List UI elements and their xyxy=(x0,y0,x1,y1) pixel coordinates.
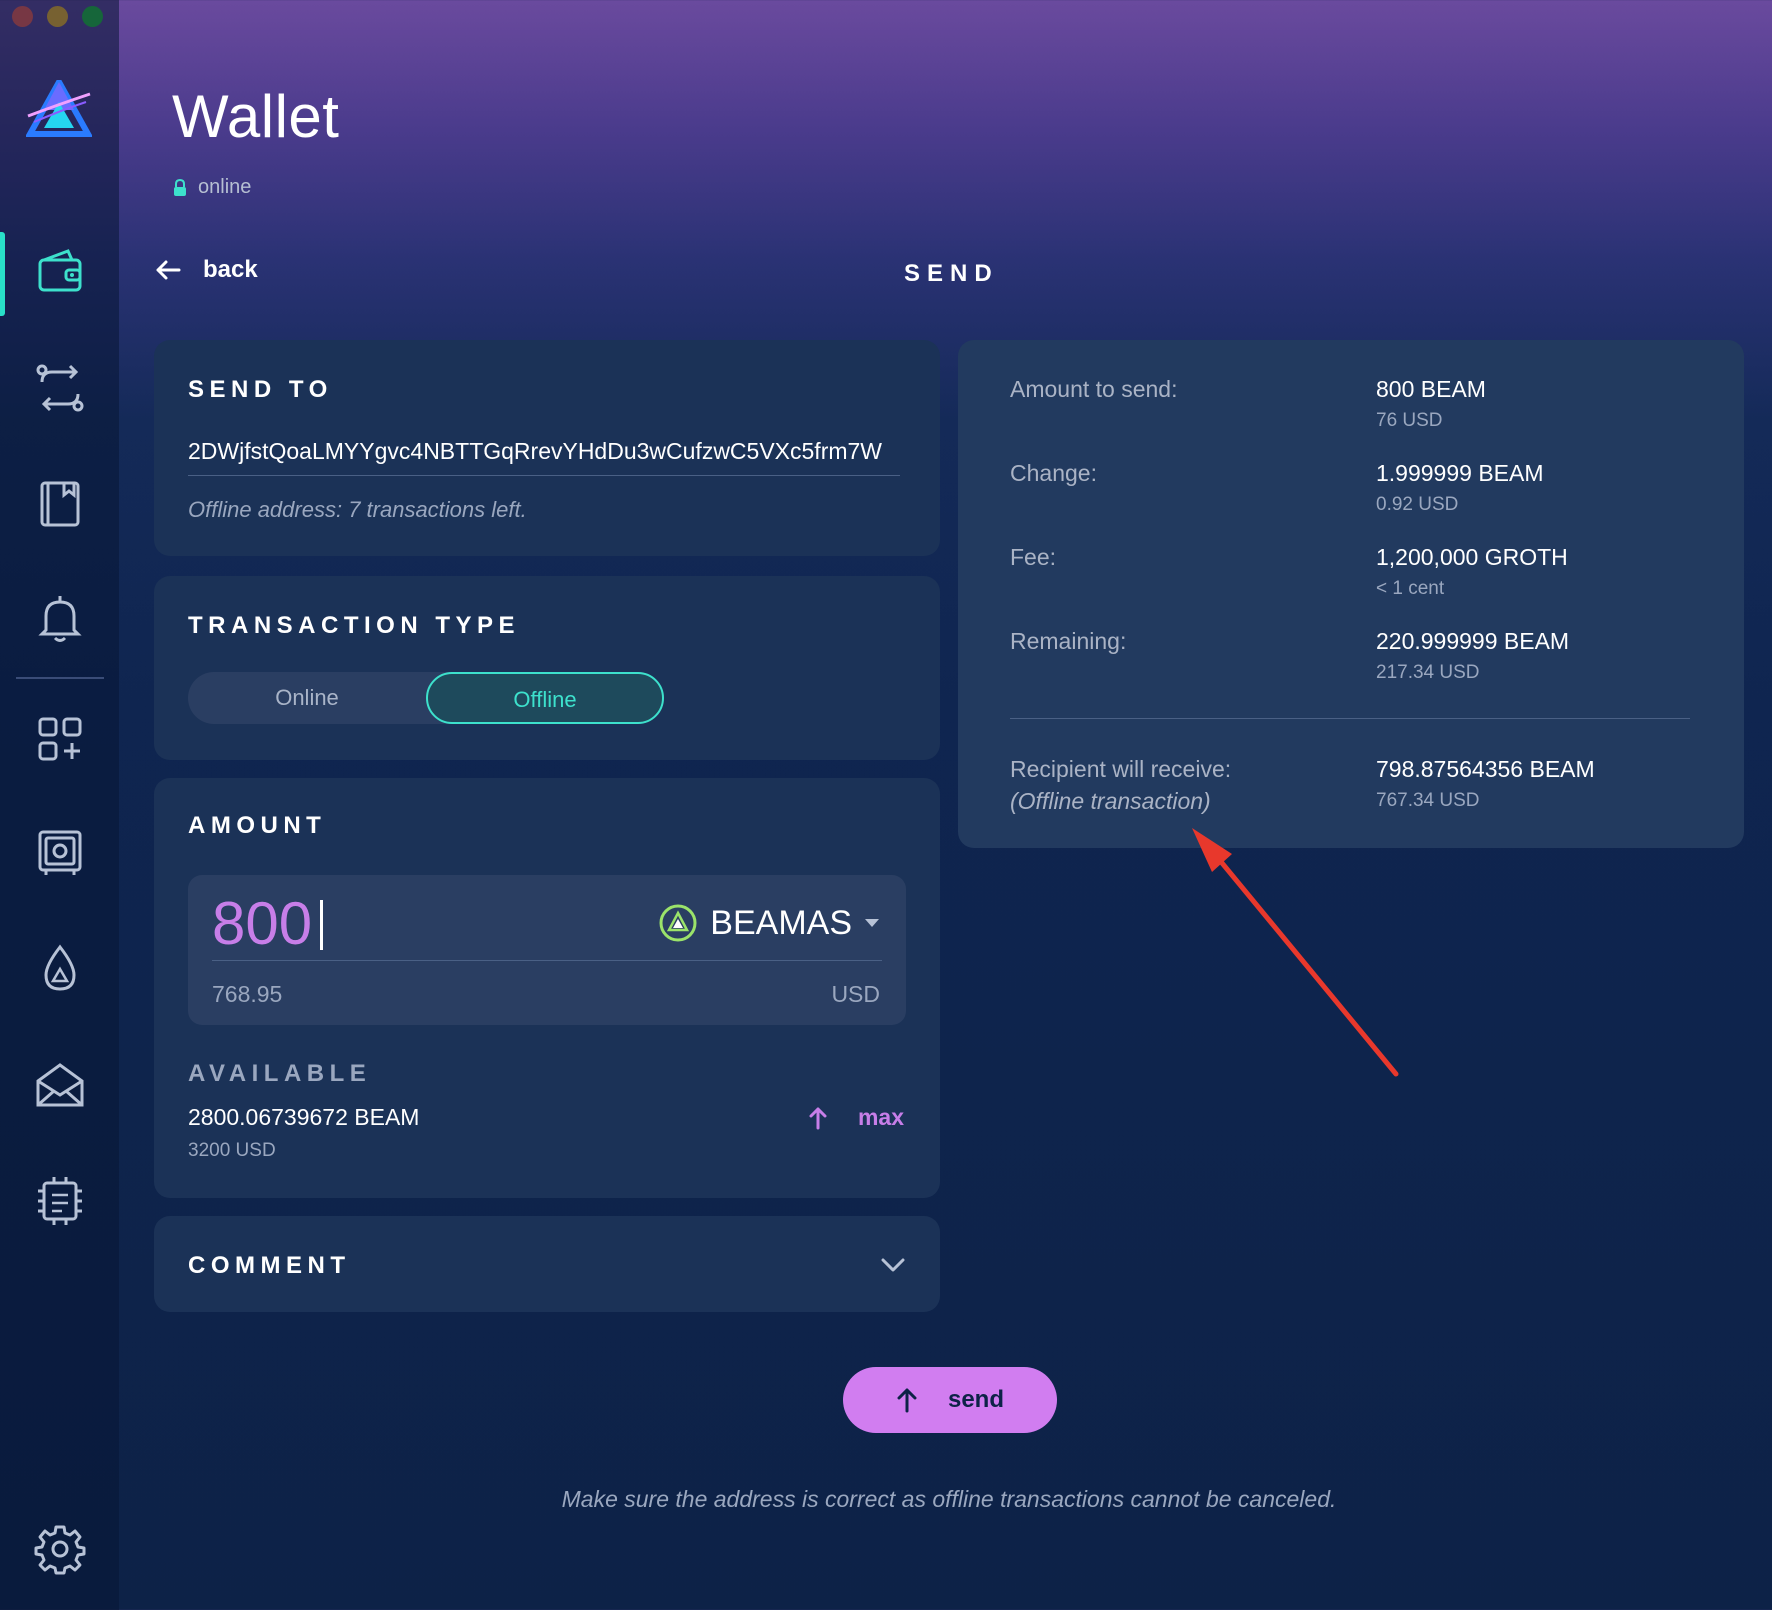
offline-option[interactable]: Offline xyxy=(426,672,664,724)
chevron-down-icon[interactable] xyxy=(878,1250,908,1280)
addressbook-icon xyxy=(40,481,79,527)
send-to-panel: SEND TO 2DWjfstQoaLMYYgvc4NBTTGqRrevYHdD… xyxy=(154,340,940,556)
mail-icon xyxy=(36,1063,83,1107)
amount-input[interactable]: 800 xyxy=(212,889,324,958)
sidebar-item-vault[interactable] xyxy=(0,812,119,892)
page-title: Wallet xyxy=(172,83,340,150)
sidebar-item-messages[interactable] xyxy=(0,1045,119,1125)
fee-usd: < 1 cent xyxy=(1376,578,1445,599)
available-value: 2800.06739672 BEAM xyxy=(188,1104,420,1130)
available-label: AVAILABLE xyxy=(188,1060,372,1087)
offline-address-note: Offline address: 7 transactions left. xyxy=(188,497,527,522)
sidebar-item-dapps[interactable] xyxy=(0,1161,119,1241)
recipient-receive-label: Recipient will receive: xyxy=(1010,756,1232,782)
sidebar-item-transactions[interactable] xyxy=(0,348,119,428)
arrow-up-icon xyxy=(897,1388,917,1413)
caret-down-icon xyxy=(865,919,879,927)
change-usd: 0.92 USD xyxy=(1376,494,1459,515)
send-to-label: SEND TO xyxy=(188,376,333,403)
amount-to-send-value: 800 BEAM xyxy=(1376,376,1486,402)
send-label: send xyxy=(947,1386,1004,1413)
summary-divider xyxy=(1010,718,1690,719)
sidebar xyxy=(0,0,119,1610)
sidebar-item-apps[interactable] xyxy=(0,699,119,779)
text-cursor xyxy=(320,900,324,950)
amount-usd-label: USD xyxy=(831,981,880,1007)
beam-logo-icon xyxy=(24,75,94,138)
recipient-receive-usd: 767.34 USD xyxy=(1376,790,1480,811)
offline-warning-note: Make sure the address is correct as offl… xyxy=(561,1486,1337,1512)
beam-asset-icon xyxy=(659,904,697,942)
amount-label: AMOUNT xyxy=(188,812,327,839)
comment-panel[interactable]: COMMENT xyxy=(154,1216,940,1312)
amount-value: 800 xyxy=(212,890,313,957)
arrow-left-icon xyxy=(156,260,181,280)
recipient-offline-note: (Offline transaction) xyxy=(1010,788,1211,814)
fee-value: 1,200,000 GROTH xyxy=(1376,544,1568,570)
currency-label: BEAMAS xyxy=(710,903,852,942)
amount-to-send-label: Amount to send: xyxy=(1010,376,1178,402)
fee-label: Fee: xyxy=(1010,544,1057,570)
comment-label: COMMENT xyxy=(188,1252,351,1279)
sidebar-item-faucet[interactable] xyxy=(0,929,119,1009)
amount-divider xyxy=(212,960,882,961)
chip-icon xyxy=(37,1177,82,1225)
lock-icon xyxy=(174,178,186,196)
sidebar-item-addressbook[interactable] xyxy=(0,463,119,543)
send-heading: SEND xyxy=(904,260,999,287)
recipient-receive-value: 798.87564356 BEAM xyxy=(1376,756,1595,782)
transaction-type-label: TRANSACTION TYPE xyxy=(188,612,521,639)
sidebar-item-notifications[interactable] xyxy=(0,578,119,658)
change-label: Change: xyxy=(1010,460,1097,486)
bell-icon xyxy=(37,596,82,642)
apps-icon xyxy=(38,717,81,761)
remaining-usd: 217.34 USD xyxy=(1376,662,1480,683)
transaction-summary-panel: Amount to send: 800 BEAM 76 USD Change: … xyxy=(958,340,1744,848)
connection-status: online xyxy=(172,176,251,199)
transaction-type-panel: TRANSACTION TYPE Online Offline xyxy=(154,576,940,760)
sidebar-item-wallet[interactable] xyxy=(0,232,119,316)
amount-to-send-usd: 76 USD xyxy=(1376,410,1443,431)
faucet-icon xyxy=(43,944,76,991)
gear-icon xyxy=(34,1525,85,1575)
back-label: back xyxy=(203,256,258,283)
change-value: 1.999999 BEAM xyxy=(1376,460,1544,486)
amount-input-box: 800 BEAMAS 768.95 USD xyxy=(188,875,906,1025)
amount-panel: AMOUNT 800 BEAMAS 768.95 USD AVAILABLE 2… xyxy=(154,778,940,1198)
currency-select[interactable]: BEAMAS xyxy=(658,903,880,943)
wallet-icon xyxy=(38,249,81,292)
remaining-label: Remaining: xyxy=(1010,628,1127,654)
amount-usd-value: 768.95 xyxy=(212,981,283,1007)
sidebar-item-settings[interactable] xyxy=(0,1509,119,1589)
max-button[interactable]: max xyxy=(808,1104,904,1131)
remaining-value: 220.999999 BEAM xyxy=(1376,628,1570,654)
address-input[interactable]: 2DWjfstQoaLMYYgvc4NBTTGqRrevYHdDu3wCufzw… xyxy=(188,438,900,476)
transaction-type-toggle: Online Offline xyxy=(188,672,664,724)
transactions-icon xyxy=(36,364,83,412)
vault-icon xyxy=(38,830,81,875)
online-option[interactable]: Online xyxy=(188,672,426,724)
arrow-up-icon xyxy=(809,1107,827,1129)
sidebar-divider xyxy=(16,677,104,679)
status-text: online xyxy=(198,176,252,198)
send-button[interactable]: send xyxy=(843,1367,1057,1433)
back-button[interactable]: back xyxy=(155,256,258,284)
available-usd: 3200 USD xyxy=(188,1140,276,1161)
max-label: max xyxy=(857,1104,904,1130)
